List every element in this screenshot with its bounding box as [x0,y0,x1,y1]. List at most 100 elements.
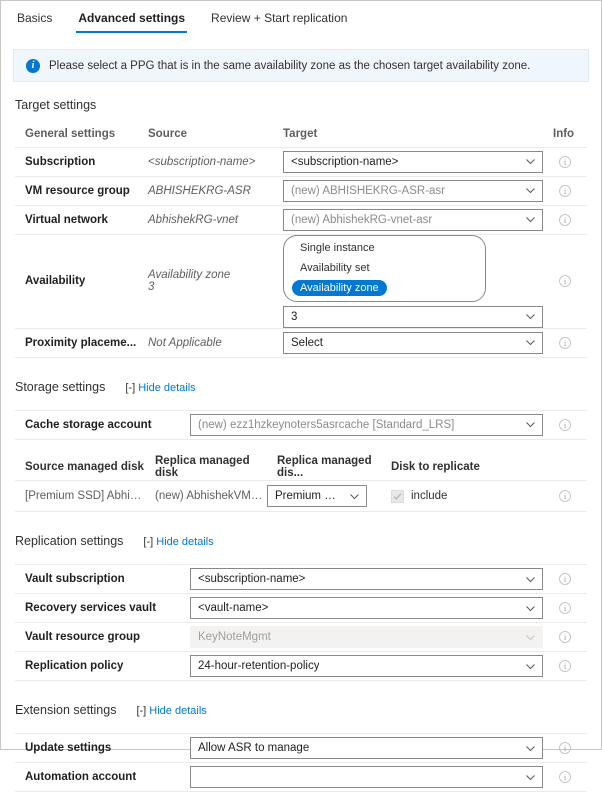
info-tooltip-icon[interactable]: i [559,742,571,754]
row-target-cell: Allow ASR to manage [180,734,543,763]
row-label: Replication policy [15,652,180,681]
row-info-cell: i [543,147,587,176]
info-tooltip-icon[interactable]: i [559,214,571,226]
tab-review-start-replication[interactable]: Review + Start replication [209,7,349,33]
row-label: Virtual network [15,205,138,234]
row-target-cell: Select [273,328,543,357]
include-checkbox-wrapper: include [391,490,543,503]
table-row-subscription: Subscription <subscription-name> <subscr… [15,147,587,176]
option-availability-set[interactable]: Availability set [292,260,378,276]
info-tooltip-icon[interactable]: i [559,660,571,672]
row-source-value: <subscription-name> [138,147,273,176]
row-source-value: ABHISHEKRG-ASR [138,176,273,205]
chevron-down-icon [525,156,536,167]
table-row-vault-resource-group: Vault resource group KeyNoteMgmt i [15,623,587,652]
update-settings-dropdown[interactable]: Allow ASR to manage [190,737,543,759]
row-label: Automation account [15,763,180,792]
info-banner-text: Please select a PPG that is in the same … [49,60,530,72]
dropdown-value: Select [291,337,323,349]
proximity-placement-dropdown[interactable]: Select [283,332,543,354]
row-source-value: Not Applicable [138,328,273,357]
cache-storage-account-dropdown[interactable]: (new) ezz1hzkeynoters5asrcache [Standard… [190,414,543,436]
info-icon: i [26,59,40,73]
option-single-instance[interactable]: Single instance [292,240,383,256]
chevron-down-icon [525,185,536,196]
option-availability-zone[interactable]: Availability zone [292,280,387,296]
row-target-cell: (new) ezz1hzkeynoters5asrcache [Standard… [180,410,543,439]
row-info-cell: i [543,565,587,594]
section-title: Target settings [15,98,96,112]
tab-label: Basics [17,11,52,25]
info-tooltip-icon[interactable]: i [559,490,571,502]
info-tooltip-icon[interactable]: i [559,185,571,197]
collapse-bracket: [-] [136,705,146,717]
info-tooltip-icon[interactable]: i [559,275,571,287]
subscription-dropdown[interactable]: <subscription-name> [283,151,543,173]
replication-policy-dropdown[interactable]: 24-hour-retention-policy [190,655,543,677]
row-label: Recovery services vault [15,594,180,623]
availability-source-line1: Availability zone [148,269,230,281]
row-target-cell: (new) AbhishekRG-vnet-asr [273,205,543,234]
chevron-down-icon [525,419,536,430]
extension-settings-table: Update settings Allow ASR to manage i Au… [15,733,587,792]
row-target-cell: <subscription-name> [273,147,543,176]
info-tooltip-icon[interactable]: i [559,573,571,585]
cell-replica-disk-type: Premium SSD [267,481,381,512]
row-info-cell: i [543,594,587,623]
hide-details-label: Hide details [138,382,195,394]
dropdown-value: 24-hour-retention-policy [198,660,319,672]
tab-basics[interactable]: Basics [15,7,54,33]
row-target-cell: (new) ABHISHEKRG-ASR-asr [273,176,543,205]
dropdown-value: 3 [291,311,297,323]
info-tooltip-icon[interactable]: i [559,156,571,168]
availability-zone-dropdown[interactable]: 3 [283,306,543,328]
availability-option-group: Single instance Availability set Availab… [283,235,486,302]
vm-resource-group-dropdown[interactable]: (new) ABHISHEKRG-ASR-asr [283,180,543,202]
column-header-general: General settings [15,122,138,147]
cache-storage-table: Cache storage account (new) ezz1hzkeynot… [15,410,587,440]
hide-details-label: Hide details [149,705,206,717]
row-label: Availability [15,234,138,328]
info-tooltip-icon[interactable]: i [559,631,571,643]
include-checkbox-label: include [411,490,447,502]
replication-settings-header: Replication settings [-] Hide details [1,534,601,548]
column-header-source: Source [138,122,273,147]
info-tooltip-icon[interactable]: i [559,419,571,431]
row-info-cell: i [543,410,587,439]
table-row-proximity-placement: Proximity placeme... Not Applicable Sele… [15,328,587,357]
storage-settings-header: Storage settings [-] Hide details [1,380,601,394]
hide-details-label: Hide details [156,536,213,548]
table-row-vm-resource-group: VM resource group ABHISHEKRG-ASR (new) A… [15,176,587,205]
column-header-source-managed-disk: Source managed disk [15,454,145,481]
virtual-network-dropdown[interactable]: (new) AbhishekRG-vnet-asr [283,209,543,231]
info-tooltip-icon[interactable]: i [559,602,571,614]
info-tooltip-icon[interactable]: i [559,337,571,349]
column-header-disk-to-replicate: Disk to replicate [381,454,543,481]
replication-hide-details-link[interactable]: [-] Hide details [143,536,213,548]
row-info-cell: i [543,481,587,512]
row-info-cell: i [543,734,587,763]
row-source-value: Availability zone 3 [138,234,273,328]
target-settings-table: General settings Source Target Info Subs… [15,122,587,358]
table-header-row: General settings Source Target Info [15,122,587,147]
vault-subscription-dropdown[interactable]: <subscription-name> [190,568,543,590]
info-tooltip-icon[interactable]: i [559,771,571,783]
row-info-cell: i [543,176,587,205]
automation-account-dropdown[interactable] [190,766,543,788]
replication-settings-table: Vault subscription <subscription-name> i… [15,564,587,681]
section-title: Storage settings [15,380,105,394]
include-checkbox[interactable] [391,490,404,503]
storage-hide-details-link[interactable]: [-] Hide details [125,382,195,394]
chevron-down-icon [525,337,536,348]
table-row-automation-account: Automation account i [15,763,587,792]
extension-hide-details-link[interactable]: [-] Hide details [136,705,206,717]
chevron-down-icon [525,311,536,322]
table-row-availability: Availability Availability zone 3 Single … [15,234,587,328]
row-target-cell: <subscription-name> [180,565,543,594]
recovery-services-vault-dropdown[interactable]: <vault-name> [190,597,543,619]
disk-replication-table: Source managed disk Replica managed disk… [15,454,587,513]
replica-disk-type-dropdown[interactable]: Premium SSD [267,485,367,507]
table-row-virtual-network: Virtual network AbhishekRG-vnet (new) Ab… [15,205,587,234]
advanced-settings-page: Basics Advanced settings Review + Start … [1,1,601,749]
tab-advanced-settings[interactable]: Advanced settings [76,7,187,33]
